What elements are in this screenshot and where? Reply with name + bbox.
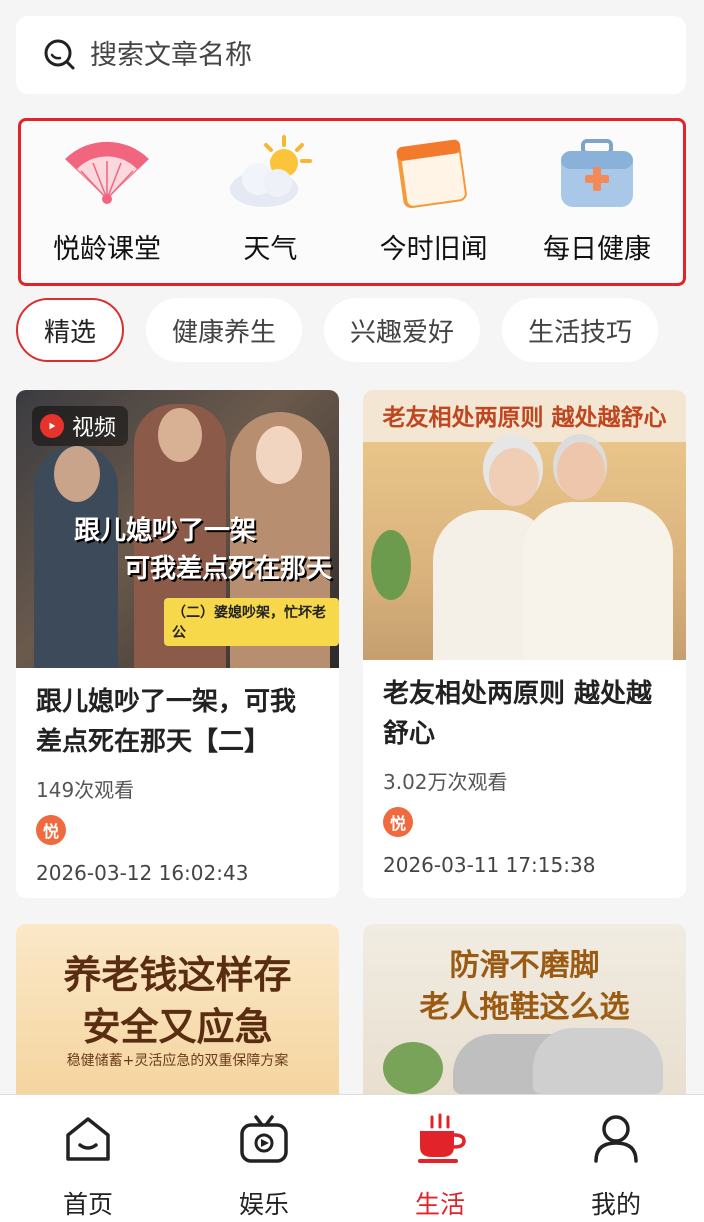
quick-link-daily-health[interactable]: 每日健康 xyxy=(517,121,677,283)
quick-link-label: 每日健康 xyxy=(542,234,651,265)
nav-item-life[interactable]: 生活 xyxy=(352,1095,528,1221)
calendar-icon xyxy=(396,139,467,209)
thumbnail-headline: 跟儿媳吵了一架 xyxy=(74,516,257,546)
category-tabs: 精选 健康养生 兴趣爱好 生活技巧 xyxy=(16,296,696,364)
video-badge-label: 视频 xyxy=(72,416,117,441)
play-icon xyxy=(40,414,64,438)
medical-kit-icon xyxy=(560,139,633,207)
article-thumbnail: 养老钱这样存 安全又应急 稳健储蓄+灵活应急的双重保障方案 xyxy=(16,924,339,1094)
search-bar[interactable] xyxy=(16,16,686,94)
search-icon xyxy=(44,39,75,70)
quick-link-label: 天气 xyxy=(243,234,298,265)
quick-link-label: 悦龄课堂 xyxy=(53,234,161,265)
thumbnail-headline: 安全又应急 xyxy=(82,1005,273,1049)
weather-icon xyxy=(230,135,313,207)
nav-label: 生活 xyxy=(414,1190,465,1219)
thumbnail-headline: 可我差点死在那天 xyxy=(124,554,333,584)
video-badge: 视频 xyxy=(32,406,129,446)
article-title: 老友相处两原则 越处越舒心 xyxy=(383,679,653,749)
thumbnail-caption: 稳健储蓄+灵活应急的双重保障方案 xyxy=(66,1053,289,1069)
nav-label: 娱乐 xyxy=(238,1190,289,1219)
tv-icon xyxy=(240,1115,288,1163)
thumbnail-headline: 老人拖鞋这么选 xyxy=(419,990,630,1025)
quick-link-yueling-classroom[interactable]: 悦龄课堂 xyxy=(27,121,187,283)
article-card[interactable]: 老友相处两原则 越处越舒心 老友相处两原则 越处越舒心 3.02万次观看 悦 2… xyxy=(363,390,686,898)
article-time: 2026-03-12 16:02:43 xyxy=(36,861,249,885)
quick-link-weather[interactable]: 天气 xyxy=(190,121,350,283)
nav-label: 首页 xyxy=(62,1190,113,1219)
nav-label: 我的 xyxy=(590,1190,641,1219)
home-icon xyxy=(66,1117,110,1161)
thumbnail-headline: 老友相处两原则 越处越舒心 xyxy=(382,405,667,431)
tab-health[interactable]: 健康养生 xyxy=(146,298,303,362)
tab-life-tips[interactable]: 生活技巧 xyxy=(502,298,659,362)
article-card[interactable]: 养老钱这样存 安全又应急 稳健储蓄+灵活应急的双重保障方案 xyxy=(16,924,339,1094)
quick-link-news[interactable]: 今时旧闻 xyxy=(354,121,514,283)
thumbnail-headline: 防滑不磨脚 xyxy=(449,948,600,983)
bottom-navigation: 首页 娱乐 生活 我的 xyxy=(0,1094,704,1222)
article-thumbnail: 防滑不磨脚 老人拖鞋这么选 xyxy=(363,924,686,1094)
article-time: 2026-03-11 17:15:38 xyxy=(383,853,596,877)
search-input[interactable] xyxy=(90,39,610,71)
fan-icon xyxy=(65,141,149,204)
article-thumbnail: 视频 跟儿媳吵了一架 可我差点死在那天 （二）婆媳吵架，忙坏老公 xyxy=(16,390,339,668)
nav-item-mine[interactable]: 我的 xyxy=(528,1095,704,1221)
source-logo-icon: 悦 xyxy=(383,807,413,837)
thumbnail-caption: （二）婆媳吵架，忙坏老公 xyxy=(164,598,339,646)
article-card[interactable]: 防滑不磨脚 老人拖鞋这么选 xyxy=(363,924,686,1094)
article-thumbnail: 老友相处两原则 越处越舒心 xyxy=(363,390,686,660)
quick-link-label: 今时旧闻 xyxy=(379,234,488,265)
nav-item-home[interactable]: 首页 xyxy=(0,1095,176,1221)
thumbnail-headline: 养老钱这样存 xyxy=(63,953,292,997)
article-views: 3.02万次观看 xyxy=(383,770,508,794)
cup-icon xyxy=(418,1113,466,1163)
article-title: 跟儿媳吵了一架，可我差点死在那天【二】 xyxy=(36,687,297,757)
article-card[interactable]: 视频 跟儿媳吵了一架 可我差点死在那天 （二）婆媳吵架，忙坏老公 跟儿媳吵了一架… xyxy=(16,390,339,898)
nav-item-entertainment[interactable]: 娱乐 xyxy=(176,1095,352,1221)
source-logo-icon: 悦 xyxy=(36,815,66,845)
tab-featured[interactable]: 精选 xyxy=(16,298,125,362)
tab-hobbies[interactable]: 兴趣爱好 xyxy=(324,298,481,362)
article-views: 149次观看 xyxy=(36,778,135,802)
quick-links-panel: 悦龄课堂 天气 今时旧闻 每日健康 xyxy=(18,118,686,286)
user-icon xyxy=(594,1115,638,1163)
